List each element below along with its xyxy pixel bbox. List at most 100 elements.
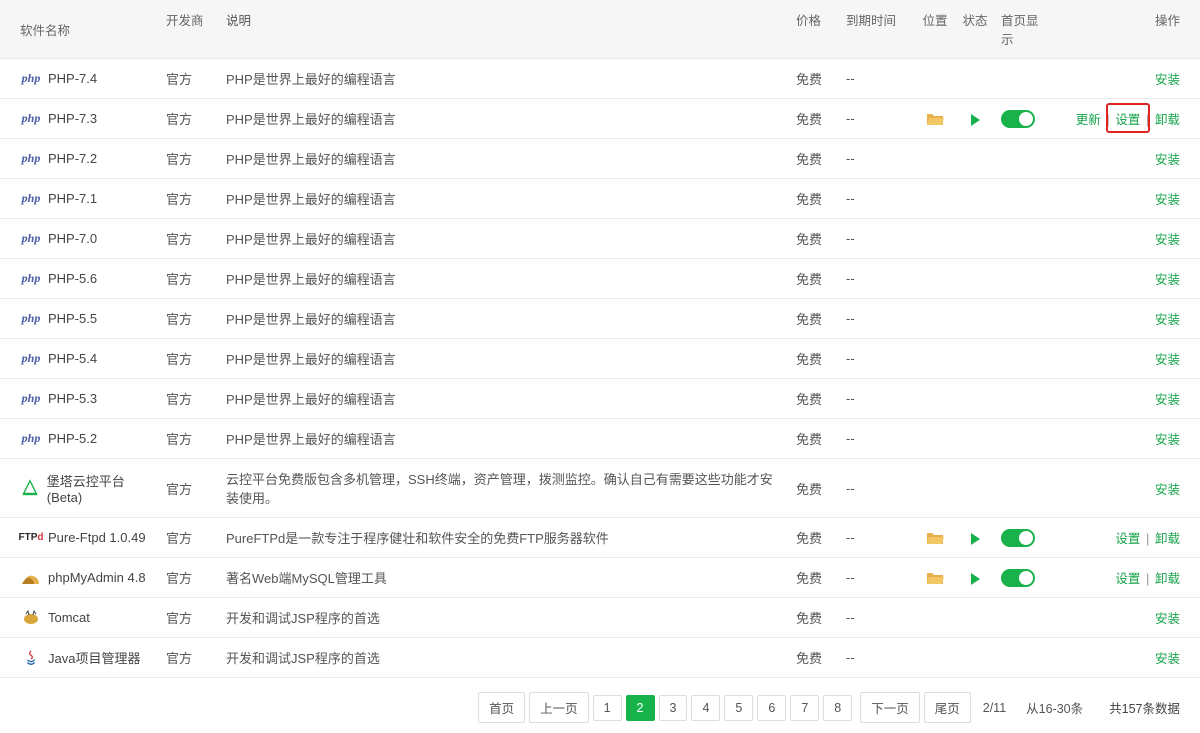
page-number[interactable]: 2 (626, 695, 655, 721)
install-link[interactable]: 安装 (1155, 433, 1180, 447)
developer: 官方 (160, 528, 220, 547)
developer: 官方 (160, 189, 220, 208)
install-link[interactable]: 安装 (1155, 273, 1180, 287)
software-name[interactable]: phpMyAdmin 4.8 (48, 570, 146, 585)
software-name[interactable]: Tomcat (48, 610, 90, 625)
home-toggle[interactable] (1001, 569, 1035, 587)
developer: 官方 (160, 149, 220, 168)
folder-icon[interactable] (926, 112, 944, 126)
home-cell (995, 569, 1050, 587)
php-icon: php (20, 270, 42, 288)
install-link[interactable]: 安装 (1155, 353, 1180, 367)
software-name[interactable]: PHP-5.2 (48, 431, 97, 446)
expire-time: -- (840, 231, 915, 246)
action-cell: 安装 (1050, 648, 1200, 667)
software-name[interactable]: PHP-7.3 (48, 111, 97, 126)
action-cell: 设置 | 卸载 (1050, 568, 1200, 587)
software-name[interactable]: PHP-5.3 (48, 391, 97, 406)
action-cell: 安装 (1050, 149, 1200, 168)
expire-time: -- (840, 351, 915, 366)
page-number[interactable]: 7 (790, 695, 819, 721)
settings-link[interactable]: 设置 (1115, 113, 1140, 127)
settings-link[interactable]: 设置 (1115, 572, 1140, 586)
software-name[interactable]: PHP-7.2 (48, 151, 97, 166)
home-toggle[interactable] (1001, 529, 1035, 547)
php-icon: php (20, 350, 42, 368)
folder-icon[interactable] (926, 571, 944, 585)
state-cell (955, 530, 995, 545)
location-cell (915, 111, 955, 127)
description: PHP是世界上最好的编程语言 (220, 69, 790, 88)
th-action: 操作 (1050, 10, 1200, 48)
expire-time: -- (840, 570, 915, 585)
description: PHP是世界上最好的编程语言 (220, 189, 790, 208)
developer: 官方 (160, 309, 220, 328)
software-name[interactable]: PHP-7.1 (48, 191, 97, 206)
action-cell: 安装 (1050, 429, 1200, 448)
uninstall-link[interactable]: 卸载 (1155, 113, 1180, 127)
software-name[interactable]: PHP-5.4 (48, 351, 97, 366)
install-link[interactable]: 安装 (1155, 483, 1180, 497)
page-first[interactable]: 首页 (478, 692, 525, 723)
uninstall-link[interactable]: 卸载 (1155, 532, 1180, 546)
location-cell (915, 530, 955, 546)
price: 免费 (790, 69, 840, 88)
description: PHP是世界上最好的编程语言 (220, 149, 790, 168)
price: 免费 (790, 429, 840, 448)
software-name[interactable]: PHP-7.4 (48, 71, 97, 86)
page-number[interactable]: 4 (691, 695, 720, 721)
install-link[interactable]: 安装 (1155, 153, 1180, 167)
description: 云控平台免费版包含多机管理，SSH终端，资产管理，拨测监控。确认自己有需要这些功… (220, 469, 790, 507)
php-icon: php (20, 310, 42, 328)
page-next[interactable]: 下一页 (860, 692, 920, 723)
page-number[interactable]: 8 (823, 695, 852, 721)
home-toggle[interactable] (1001, 110, 1035, 128)
page-number[interactable]: 3 (659, 695, 688, 721)
table-row: 堡塔云控平台(Beta) 官方云控平台免费版包含多机管理，SSH终端，资产管理，拨… (0, 459, 1200, 518)
developer: 官方 (160, 429, 220, 448)
software-name[interactable]: PHP-5.6 (48, 271, 97, 286)
software-name[interactable]: 堡塔云控平台(Beta) (47, 471, 154, 505)
uninstall-link[interactable]: 卸载 (1155, 572, 1180, 586)
table-body: phpPHP-7.4官方PHP是世界上最好的编程语言免费--安装phpPHP-7… (0, 59, 1200, 678)
page-total: 共157条数据 (1095, 693, 1180, 722)
table-row: phpPHP-5.4官方PHP是世界上最好的编程语言免费--安装 (0, 339, 1200, 379)
install-link[interactable]: 安装 (1155, 612, 1180, 626)
expire-time: -- (840, 391, 915, 406)
developer: 官方 (160, 229, 220, 248)
bt-icon (20, 479, 41, 497)
th-price: 价格 (790, 10, 840, 48)
running-icon[interactable] (971, 533, 980, 545)
install-link[interactable]: 安装 (1155, 393, 1180, 407)
description: 开发和调试JSP程序的首选 (220, 648, 790, 667)
folder-icon[interactable] (926, 531, 944, 545)
th-desc: 说明 (220, 10, 790, 48)
developer: 官方 (160, 479, 220, 498)
software-name[interactable]: Pure-Ftpd 1.0.49 (48, 530, 146, 545)
install-link[interactable]: 安装 (1155, 73, 1180, 87)
install-link[interactable]: 安装 (1155, 233, 1180, 247)
settings-link[interactable]: 设置 (1115, 532, 1140, 546)
page-number[interactable]: 5 (724, 695, 753, 721)
running-icon[interactable] (971, 573, 980, 585)
expire-time: -- (840, 431, 915, 446)
page-last[interactable]: 尾页 (924, 692, 971, 723)
software-name[interactable]: PHP-5.5 (48, 311, 97, 326)
install-link[interactable]: 安装 (1155, 193, 1180, 207)
price: 免费 (790, 269, 840, 288)
price: 免费 (790, 479, 840, 498)
software-name[interactable]: PHP-7.0 (48, 231, 97, 246)
software-name[interactable]: Java项目管理器 (48, 648, 140, 667)
expire-time: -- (840, 151, 915, 166)
table-row: phpPHP-7.2官方PHP是世界上最好的编程语言免费--安装 (0, 139, 1200, 179)
page-number[interactable]: 6 (757, 695, 786, 721)
action-cell: 安装 (1050, 309, 1200, 328)
description: PHP是世界上最好的编程语言 (220, 109, 790, 128)
running-icon[interactable] (971, 114, 980, 126)
page-number[interactable]: 1 (593, 695, 622, 721)
install-link[interactable]: 安装 (1155, 652, 1180, 666)
page-prev[interactable]: 上一页 (529, 692, 589, 723)
install-link[interactable]: 安装 (1155, 313, 1180, 327)
price: 免费 (790, 528, 840, 547)
update-link[interactable]: 更新 (1076, 113, 1101, 127)
